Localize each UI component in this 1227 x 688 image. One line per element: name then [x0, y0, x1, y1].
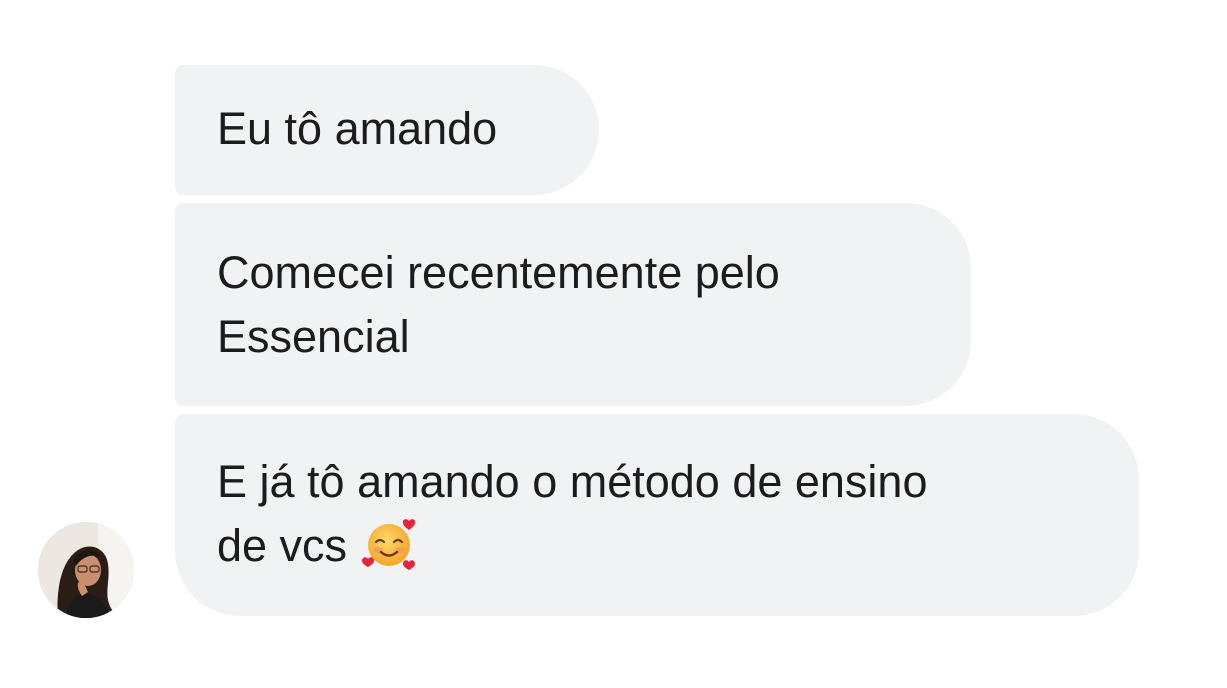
message-text: E já tô amando o método de ensino: [217, 456, 928, 507]
message-bubble[interactable]: E já tô amando o método de ensino de vcs: [175, 414, 1139, 616]
message-line: de vcs: [217, 514, 1099, 578]
profile-photo-icon: [38, 522, 134, 618]
message-text: Essencial: [217, 311, 410, 362]
message-text: de vcs: [217, 520, 348, 571]
message-text: Comecei recentemente pelo: [217, 247, 780, 298]
message-bubble[interactable]: Comecei recentemente pelo Essencial: [175, 203, 971, 406]
message-text: Eu tô amando: [217, 103, 498, 154]
smiling-face-with-hearts-icon: [361, 515, 417, 571]
avatar[interactable]: [38, 522, 134, 618]
message-bubble[interactable]: Eu tô amando: [175, 65, 599, 195]
